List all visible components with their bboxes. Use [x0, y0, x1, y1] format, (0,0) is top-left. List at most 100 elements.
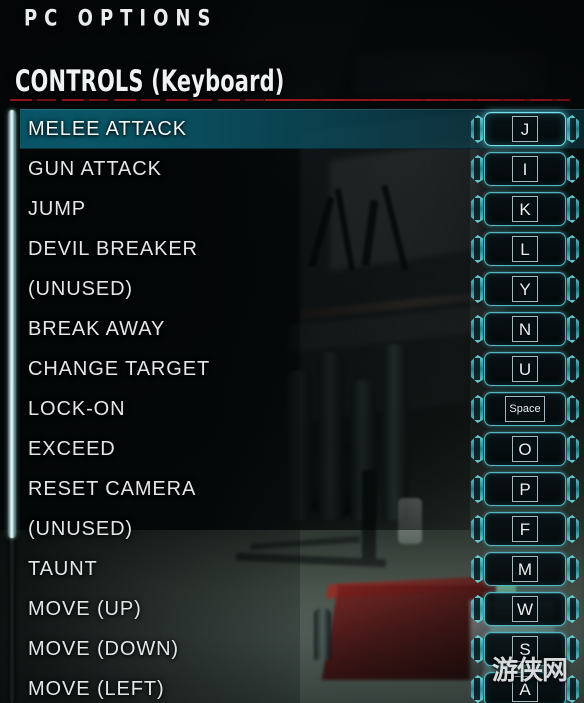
option-row[interactable]: MELEE ATTACK J — [0, 109, 584, 149]
key-binding-button[interactable]: W — [470, 592, 580, 626]
option-row[interactable]: CHANGE TARGET U — [0, 349, 584, 389]
bracket-left-inner — [474, 358, 480, 380]
option-label: MOVE (DOWN) — [28, 637, 179, 660]
bracket-left-inner — [474, 398, 480, 420]
bracket-left-inner — [474, 158, 480, 180]
option-label: DEVIL BREAKER — [28, 237, 198, 260]
key-binding-button[interactable]: P — [470, 472, 580, 506]
bracket-right-inner — [570, 238, 576, 260]
key-binding-frame: O — [484, 432, 566, 466]
bracket-right-inner — [570, 518, 576, 540]
option-label: LOCK-ON — [28, 397, 126, 420]
key-binding-button[interactable]: I — [470, 152, 580, 186]
key-cap: U — [512, 356, 538, 382]
key-cap: W — [512, 596, 538, 622]
key-binding-button[interactable]: S — [470, 632, 580, 666]
key-cap-label: I — [522, 159, 528, 179]
key-cap: L — [512, 236, 538, 262]
key-cap: O — [512, 436, 538, 462]
option-label: EXCEED — [28, 437, 116, 460]
bracket-right-inner — [570, 358, 576, 380]
option-row[interactable]: MOVE (LEFT) A — [0, 669, 584, 703]
bracket-left-inner — [474, 678, 480, 700]
bracket-right-inner — [570, 438, 576, 460]
key-binding-frame: F — [484, 512, 566, 546]
bracket-left-inner — [474, 238, 480, 260]
bracket-left-inner — [474, 598, 480, 620]
key-binding-button[interactable]: K — [470, 192, 580, 226]
option-row[interactable]: BREAK AWAY N — [0, 309, 584, 349]
key-binding-frame: L — [484, 232, 566, 266]
bracket-right-inner — [570, 478, 576, 500]
scrollbar-thumb[interactable] — [9, 110, 15, 538]
bracket-right-inner — [570, 158, 576, 180]
key-binding-button[interactable]: M — [470, 552, 580, 586]
bracket-right-inner — [570, 678, 576, 700]
bracket-right-inner — [570, 598, 576, 620]
option-label: RESET CAMERA — [28, 477, 197, 500]
key-binding-button[interactable]: O — [470, 432, 580, 466]
key-cap: Y — [512, 276, 538, 302]
option-row[interactable]: DEVIL BREAKER L — [0, 229, 584, 269]
bracket-right-inner — [570, 278, 576, 300]
key-binding-frame: P — [484, 472, 566, 506]
key-binding-button[interactable]: J — [470, 112, 580, 146]
key-cap-label: F — [519, 519, 531, 539]
option-label: CHANGE TARGET — [28, 357, 211, 380]
bracket-left-inner — [474, 438, 480, 460]
option-label: TAUNT — [28, 557, 98, 580]
key-binding-button[interactable]: L — [470, 232, 580, 266]
bracket-right-inner — [570, 558, 576, 580]
bracket-left-inner — [474, 478, 480, 500]
bracket-left-inner — [474, 638, 480, 660]
options-scrollbar[interactable] — [9, 110, 15, 703]
bracket-left-inner — [474, 558, 480, 580]
key-binding-button[interactable]: Y — [470, 272, 580, 306]
option-row[interactable]: RESET CAMERA P — [0, 469, 584, 509]
option-row[interactable]: JUMP K — [0, 189, 584, 229]
option-row[interactable]: MOVE (DOWN) S — [0, 629, 584, 669]
key-cap-label: O — [518, 439, 532, 459]
bracket-right-inner — [570, 318, 576, 340]
key-cap: M — [512, 556, 538, 582]
key-cap-label: P — [519, 479, 531, 499]
key-cap-label: A — [519, 679, 531, 699]
key-cap-label: Space — [509, 402, 541, 415]
bracket-right-inner — [570, 398, 576, 420]
controls-option-list: MELEE ATTACK J GUN ATTACK I JUMP K DEVIL BREAK… — [0, 109, 584, 703]
option-row[interactable]: (UNUSED) Y — [0, 269, 584, 309]
key-binding-button[interactable]: F — [470, 512, 580, 546]
key-binding-frame: A — [484, 672, 566, 703]
key-binding-button[interactable]: U — [470, 352, 580, 386]
option-row[interactable]: GUN ATTACK I — [0, 149, 584, 189]
option-row[interactable]: MOVE (UP) W — [0, 589, 584, 629]
key-binding-frame: I — [484, 152, 566, 186]
bracket-left-inner — [474, 278, 480, 300]
key-binding-frame: Space — [484, 392, 566, 426]
key-cap: N — [512, 316, 538, 342]
option-row[interactable]: TAUNT M — [0, 549, 584, 589]
key-binding-frame: K — [484, 192, 566, 226]
key-cap: S — [512, 636, 538, 662]
option-row[interactable]: EXCEED O — [0, 429, 584, 469]
option-row[interactable]: LOCK-ON Space — [0, 389, 584, 429]
option-label: MOVE (LEFT) — [28, 677, 165, 700]
bracket-left-inner — [474, 318, 480, 340]
key-cap: J — [512, 116, 538, 142]
section-title: CONTROLS (Keyboard) — [15, 64, 285, 99]
key-binding-frame: J — [484, 112, 566, 146]
key-cap: A — [512, 676, 538, 702]
option-label: BREAK AWAY — [28, 317, 166, 340]
key-binding-button[interactable]: N — [470, 312, 580, 346]
option-label: GUN ATTACK — [28, 157, 162, 180]
key-binding-frame: Y — [484, 272, 566, 306]
page-title: PC OPTIONS — [24, 4, 218, 31]
key-binding-frame: W — [484, 592, 566, 626]
key-binding-button[interactable]: Space — [470, 392, 580, 426]
option-row[interactable]: (UNUSED) F — [0, 509, 584, 549]
key-binding-button[interactable]: A — [470, 672, 580, 703]
key-cap: K — [512, 196, 538, 222]
bracket-left-inner — [474, 198, 480, 220]
key-binding-frame: N — [484, 312, 566, 346]
key-cap-label: L — [520, 239, 530, 259]
